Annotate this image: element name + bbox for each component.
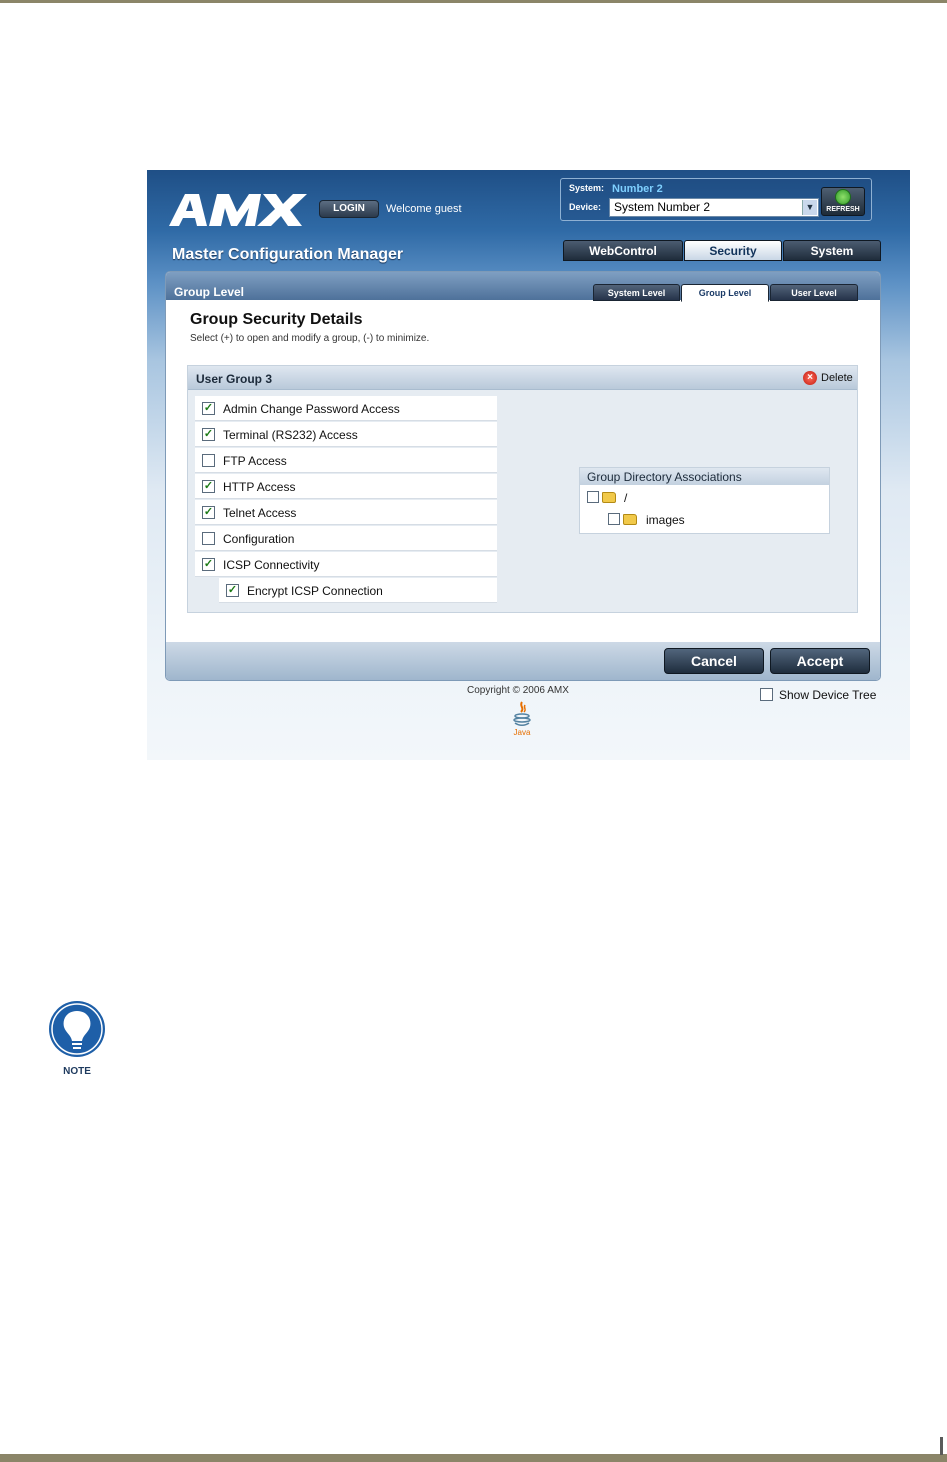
amx-logo	[169, 194, 307, 226]
permission-row[interactable]: ✓ Telnet Access	[195, 500, 497, 525]
cancel-button[interactable]: Cancel	[664, 648, 764, 674]
checkbox[interactable]: ✓	[202, 480, 215, 493]
show-device-tree-checkbox[interactable]	[760, 688, 773, 701]
user-group-title: User Group 3	[196, 372, 273, 386]
java-logo-icon: Java	[513, 701, 531, 737]
permission-label: Admin Change Password Access	[223, 402, 400, 416]
delete-icon: ×	[803, 371, 817, 385]
system-selector-box: System: Number 2 Device: System Number 2…	[560, 178, 872, 221]
checkbox[interactable]: ✓	[202, 402, 215, 415]
note-lightbulb-icon: NOTE	[49, 1001, 105, 1077]
permission-row[interactable]: ✓ HTTP Access	[195, 474, 497, 499]
page-top-rule	[0, 0, 947, 3]
permission-label: Telnet Access	[223, 506, 297, 520]
system-value: Number 2	[612, 183, 663, 195]
details-subtitle: Select (+) to open and modify a group, (…	[190, 333, 430, 344]
device-label: Device:	[569, 202, 602, 212]
folder-icon	[623, 514, 637, 525]
permission-label: FTP Access	[223, 454, 287, 468]
tree-checkbox[interactable]	[587, 491, 599, 503]
tab-user-level[interactable]: User Level	[770, 284, 858, 301]
page-bottom-rule	[0, 1454, 947, 1462]
permission-label: Terminal (RS232) Access	[223, 428, 358, 442]
tab-security[interactable]: Security	[684, 240, 782, 261]
svg-text:NOTE: NOTE	[63, 1066, 91, 1077]
directory-header: Group Directory Associations	[580, 468, 829, 485]
tree-label-images[interactable]: images	[646, 513, 685, 527]
permission-row[interactable]: ✓ Terminal (RS232) Access	[195, 422, 497, 447]
refresh-label: REFRESH	[826, 206, 860, 213]
group-level-panel: Group Level System Level Group Level Use…	[165, 271, 881, 681]
permission-row[interactable]: ✓ ICSP Connectivity	[195, 552, 497, 577]
device-select-value: System Number 2	[614, 200, 711, 214]
tree-label-root[interactable]: /	[624, 491, 627, 505]
permission-row[interactable]: Configuration	[195, 526, 497, 551]
permission-label: Configuration	[223, 532, 295, 546]
checkbox[interactable]: ✓	[202, 506, 215, 519]
checkbox[interactable]	[202, 454, 215, 467]
welcome-text: Welcome guest	[386, 203, 462, 215]
permission-label: HTTP Access	[223, 480, 296, 494]
panel-title: Group Level	[174, 285, 245, 299]
permission-row-sub[interactable]: ✓ Encrypt ICSP Connection	[219, 578, 497, 603]
folder-icon	[602, 492, 616, 503]
tab-system-level[interactable]: System Level	[593, 284, 680, 301]
app-title: Master Configuration Manager	[172, 246, 404, 263]
permission-row[interactable]: FTP Access	[195, 448, 497, 473]
tab-system[interactable]: System	[783, 240, 881, 261]
checkbox[interactable]	[202, 532, 215, 545]
tree-checkbox[interactable]	[608, 513, 620, 525]
directory-associations-box: Group Directory Associations / images	[579, 467, 830, 534]
permission-row[interactable]: ✓ Admin Change Password Access	[195, 396, 497, 421]
login-button[interactable]: LOGIN	[319, 200, 379, 218]
copyright-text: Copyright © 2006 AMX	[467, 685, 569, 696]
permission-label: ICSP Connectivity	[223, 558, 320, 572]
checkbox[interactable]: ✓	[202, 428, 215, 441]
permission-label: Encrypt ICSP Connection	[247, 584, 383, 598]
tab-webcontrol[interactable]: WebControl	[563, 240, 683, 261]
refresh-button[interactable]: REFRESH	[821, 187, 865, 216]
details-title: Group Security Details	[190, 311, 363, 328]
delete-label: Delete	[821, 372, 853, 384]
user-group-header[interactable]: User Group 3 × Delete	[188, 366, 857, 390]
show-device-tree-label[interactable]: Show Device Tree	[779, 688, 876, 702]
svg-text:Java: Java	[514, 728, 531, 737]
page-corner-mark	[940, 1437, 943, 1455]
refresh-icon	[835, 189, 851, 205]
directory-title: Group Directory Associations	[587, 470, 742, 484]
main-tabs: WebControl Security System	[563, 240, 881, 261]
system-label: System:	[569, 183, 605, 193]
device-select[interactable]: System Number 2 ▼	[609, 198, 819, 217]
chevron-down-icon[interactable]: ▼	[802, 200, 817, 215]
tab-group-level[interactable]: Group Level	[681, 284, 769, 302]
user-group-box: User Group 3 × Delete ✓ Admin Change Pas…	[187, 365, 858, 613]
app-window: LOGIN Welcome guest System: Number 2 Dev…	[147, 170, 910, 760]
panel-header: Group Level System Level Group Level Use…	[166, 272, 880, 302]
accept-button[interactable]: Accept	[770, 648, 870, 674]
checkbox[interactable]: ✓	[202, 558, 215, 571]
checkbox[interactable]: ✓	[226, 584, 239, 597]
